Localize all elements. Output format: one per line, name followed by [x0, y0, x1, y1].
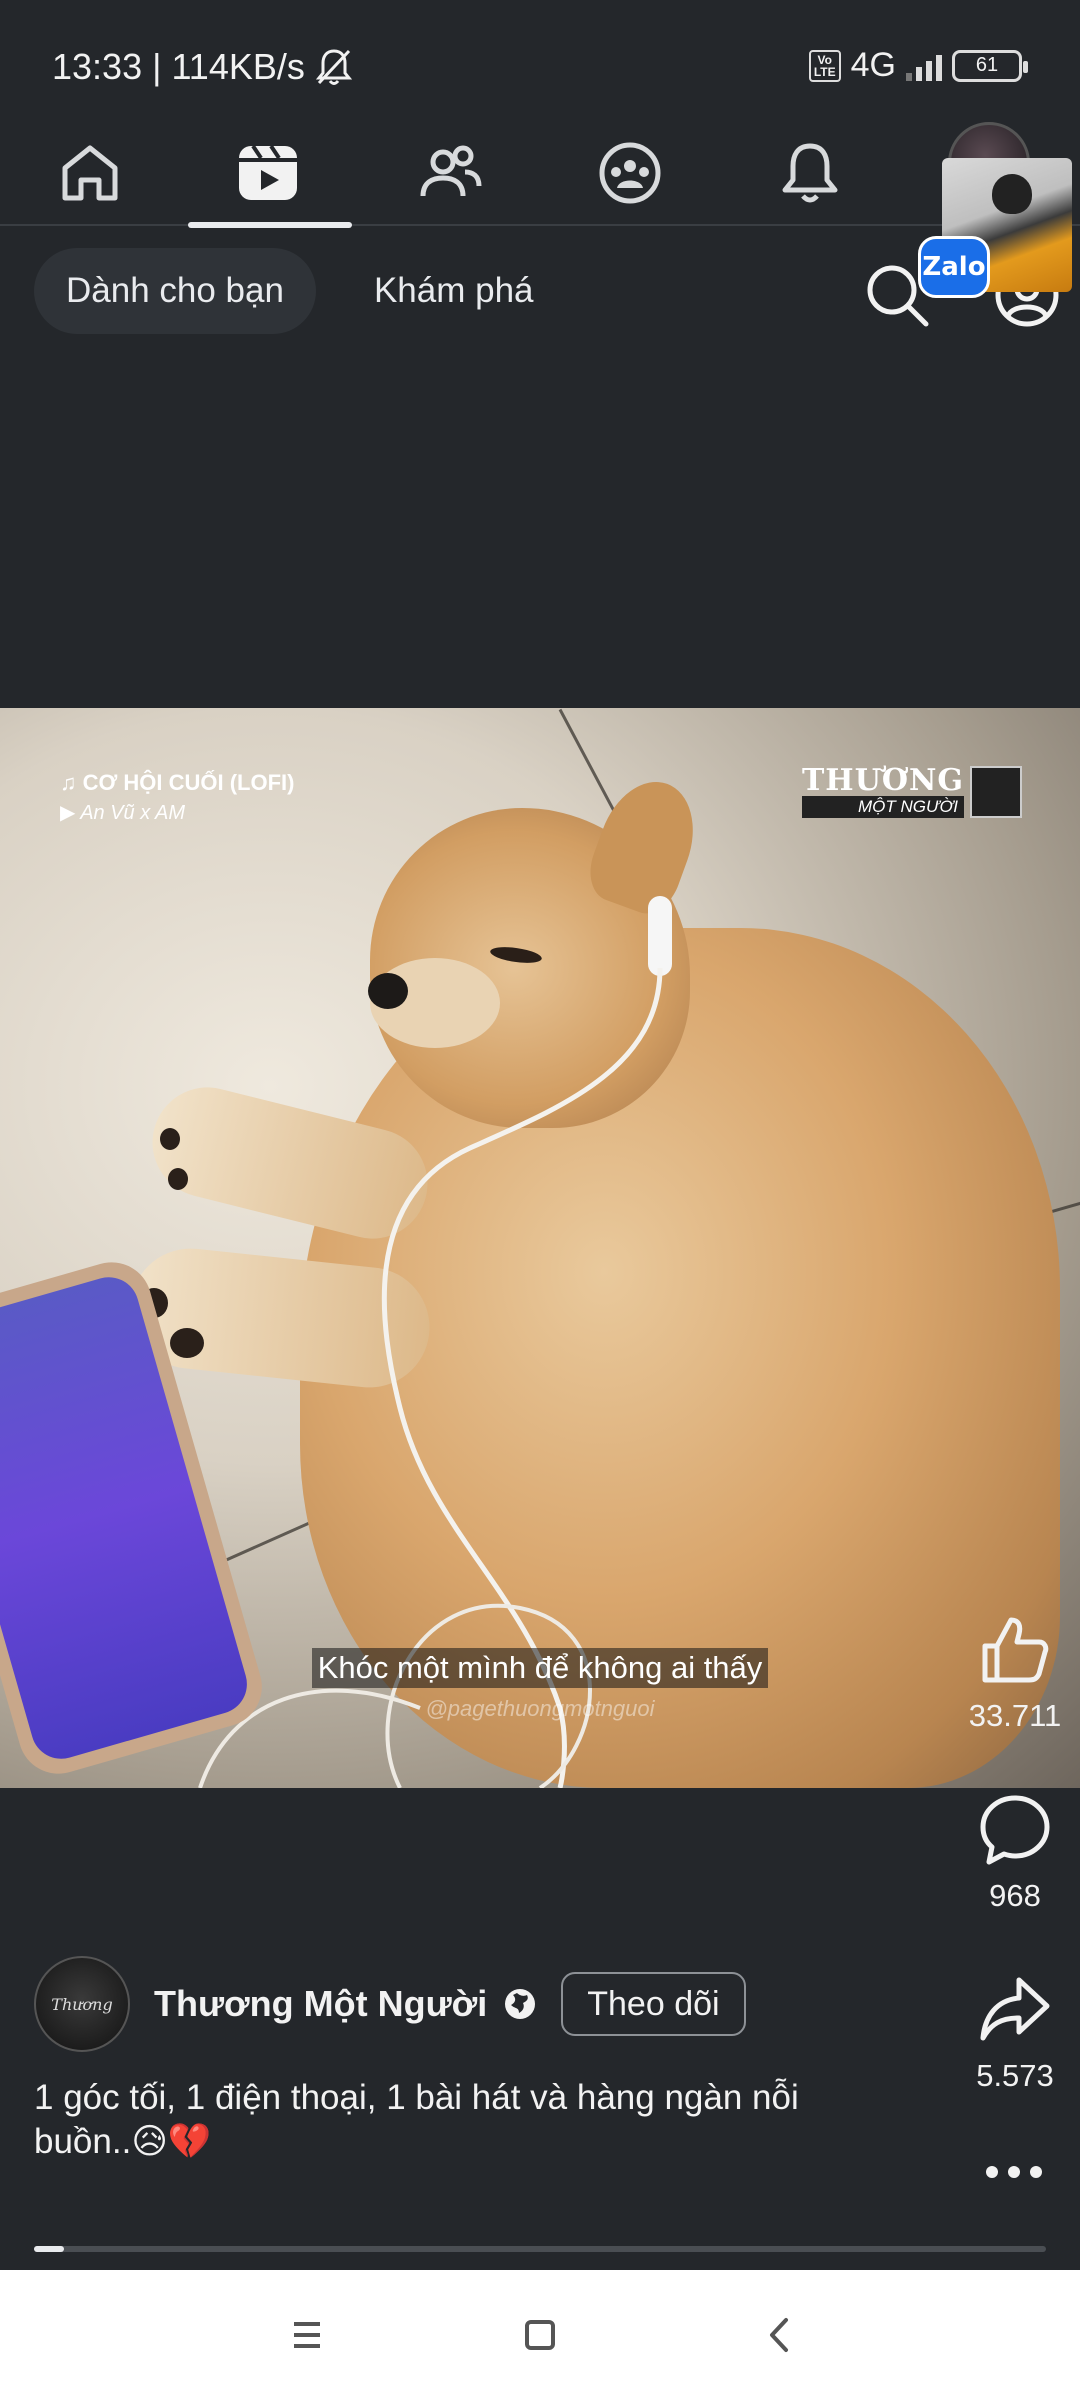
cat-image: [992, 174, 1032, 214]
battery-icon: 61: [952, 49, 1028, 82]
zalo-chat-bubble[interactable]: Zalo: [918, 158, 1072, 298]
filter-chips: Dành cho bạn Khám phá: [34, 248, 566, 334]
status-separator: |: [152, 46, 162, 87]
brand-title: THƯƠNG: [801, 763, 964, 798]
comment-icon[interactable]: [977, 1792, 1053, 1868]
song-info: ♫ CƠ HỘI CUỐI (LOFI) ▶ An Vũ x AM: [60, 770, 294, 825]
brand-logo: THƯƠNG MỘT NGƯỜI: [801, 763, 1022, 818]
tab-friends[interactable]: [370, 120, 530, 226]
zalo-badge: Zalo: [918, 236, 990, 298]
video-progress-fill: [34, 2246, 65, 2252]
brand-subtitle: MỘT NGƯỜI: [801, 796, 964, 818]
video-watermark: @pagethuongmotnguoi: [425, 1696, 655, 1721]
video-icon: [239, 144, 297, 200]
tab-video[interactable]: [188, 120, 352, 228]
status-time: 13:33: [52, 46, 143, 87]
friends-icon: [420, 145, 482, 197]
author-avatar-text: Thương: [51, 1994, 113, 2014]
video-subtitle: Khóc một mình để không ai thấy: [0, 1648, 1080, 1688]
tab-notifications[interactable]: [730, 120, 890, 226]
status-right: Vo LTE 4G 61: [808, 46, 1028, 85]
comment-action[interactable]: 968: [950, 1792, 1080, 1914]
video-subtitle-text: Khóc một mình để không ai thấy: [311, 1648, 769, 1688]
menu-icon[interactable]: [272, 2300, 342, 2370]
like-count: 33.711: [968, 1698, 1062, 1733]
system-nav-bar: [0, 2270, 1080, 2400]
groups-icon: [599, 142, 661, 204]
globe-icon: [505, 1989, 536, 2019]
post-caption: 1 góc tối, 1 điện thoại, 1 bài hát và hà…: [34, 2076, 884, 2164]
song-artist: ▶ An Vũ x AM: [60, 802, 186, 824]
video-player[interactable]: ♫ CƠ HỘI CUỐI (LOFI) ▶ An Vũ x AM THƯƠNG…: [0, 708, 1080, 1788]
mute-bell-icon: [315, 49, 352, 85]
share-action[interactable]: 5.573: [950, 1972, 1080, 2094]
signal-icon: [906, 51, 942, 81]
author-name[interactable]: Thương Một Người: [154, 1983, 487, 2025]
battery-level: 61: [975, 54, 999, 76]
volte-badge: Vo LTE: [808, 49, 841, 82]
more-options-icon[interactable]: [982, 2160, 1046, 2184]
video-progress-bar[interactable]: [34, 2246, 1046, 2252]
tab-groups[interactable]: [550, 120, 710, 226]
author-row: Thương Thương Một Người Theo dõi: [34, 1956, 746, 2052]
bell-icon: [782, 143, 838, 203]
follow-button[interactable]: Theo dõi: [561, 1972, 746, 2036]
chip-explore[interactable]: Khám phá: [342, 248, 566, 334]
chip-for-you[interactable]: Dành cho bạn: [34, 248, 316, 334]
status-speed: 114KB/s: [171, 46, 305, 87]
author-avatar[interactable]: Thương: [34, 1956, 130, 2052]
song-title: ♫ CƠ HỘI CUỐI (LOFI): [60, 770, 295, 795]
home-icon: [62, 145, 118, 201]
caption-emoji: 😥💔: [131, 2122, 212, 2162]
home-square-icon[interactable]: [505, 2300, 575, 2370]
status-bar: 13:33 | 114KB/s Vo LTE 4G 61: [0, 0, 1080, 120]
like-icon[interactable]: [977, 1612, 1053, 1688]
status-left: 13:33 | 114KB/s: [52, 46, 353, 88]
comment-count: 968: [989, 1878, 1041, 1913]
tab-home[interactable]: [10, 120, 170, 226]
share-count: 5.573: [976, 2058, 1054, 2093]
brand-thumbnail: [970, 766, 1022, 818]
like-action[interactable]: 33.711: [950, 1612, 1080, 1734]
share-icon[interactable]: [977, 1972, 1053, 2048]
back-icon[interactable]: [744, 2300, 814, 2370]
network-type: 4G: [850, 46, 896, 84]
